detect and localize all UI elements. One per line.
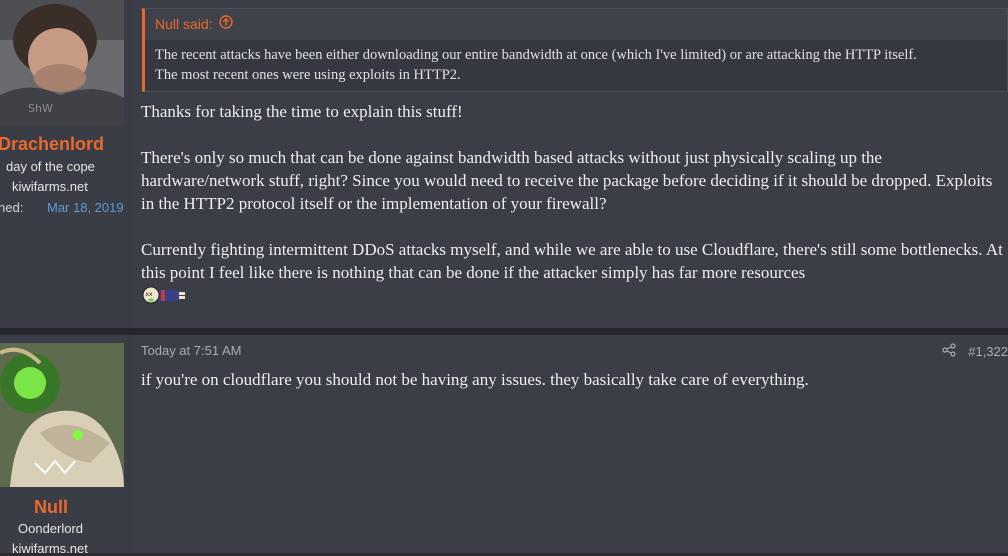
quote-author[interactable]: Null said:: [155, 16, 213, 32]
share-icon[interactable]: [942, 343, 956, 360]
message-paragraph: Currently fighting intermittent DDoS att…: [141, 238, 1007, 284]
post-number[interactable]: #1,322: [968, 344, 1008, 359]
quote-line: The most recent ones were using exploits…: [155, 67, 461, 83]
quote-block: Null said: The recent attacks have been …: [142, 8, 1008, 92]
quote-body: The recent attacks have been either down…: [145, 40, 1007, 91]
message-paragraph: Thanks for taking the time to explain th…: [141, 102, 463, 121]
arrow-up-circle-icon[interactable]: [218, 15, 233, 32]
post-divider: [0, 328, 1008, 335]
user-title: day of the cope: [6, 159, 95, 174]
joined-label: ned:: [0, 200, 24, 215]
post-date[interactable]: Today at 7:51 AM: [141, 343, 241, 358]
quote-line: The recent attacks have been either down…: [155, 47, 917, 63]
message-paragraph: There's only so much that can be done ag…: [141, 148, 993, 213]
message-paragraph: if you're on cloudflare you should not b…: [141, 370, 809, 389]
user-info-panel: ShW Drachenlord day of the cope kiwifarm…: [0, 0, 132, 328]
username[interactable]: Drachenlord: [0, 134, 104, 155]
dead-emoji-icon: xx: [141, 284, 187, 312]
message-content: Today at 7:51 AM #1,322 if you're on clo…: [132, 335, 1008, 553]
avatar[interactable]: [0, 343, 124, 487]
message-body: if you're on cloudflare you should not b…: [141, 368, 1007, 414]
user-info-panel: Null Oonderlord kiwifarms.net: [0, 335, 132, 556]
svg-text:ShW: ShW: [28, 102, 53, 115]
message-text: Currently fighting intermittent DDoS att…: [141, 240, 1003, 282]
avatar[interactable]: ShW: [0, 0, 124, 125]
svg-text:xx: xx: [146, 291, 154, 298]
user-title: Oonderlord: [18, 521, 84, 536]
message-content: Null said: The recent attacks have been …: [132, 0, 1008, 328]
post-null: Null Oonderlord kiwifarms.net Today at 7…: [0, 335, 1008, 556]
message-body: Thanks for taking the time to explain th…: [141, 100, 1007, 312]
username[interactable]: Null: [34, 497, 68, 518]
post-drachenlord: ShW Drachenlord day of the cope kiwifarm…: [0, 0, 1008, 328]
joined-date: Mar 18, 2019: [47, 200, 124, 215]
user-site: kiwifarms.net: [12, 179, 88, 194]
post-actions: #1,322: [942, 343, 1008, 360]
quote-header[interactable]: Null said:: [155, 15, 233, 32]
user-site: kiwifarms.net: [12, 541, 88, 556]
